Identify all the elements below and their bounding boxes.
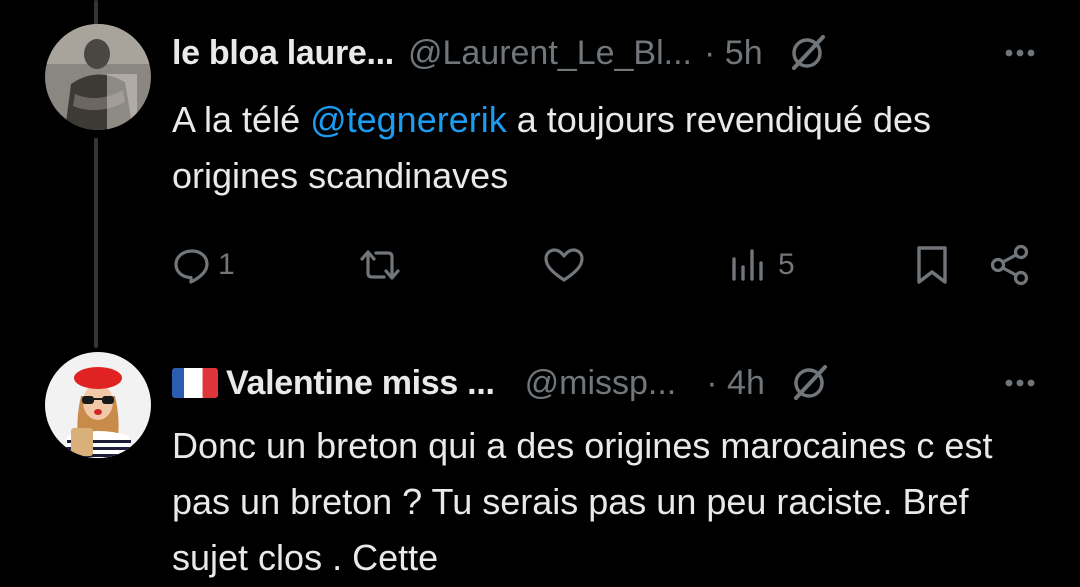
- time-label: 4h: [727, 363, 765, 402]
- timestamp[interactable]: · 5h: [704, 34, 763, 73]
- bookmark-icon: [917, 246, 947, 284]
- user-handle[interactable]: @missp...: [525, 364, 677, 403]
- retweet-icon: [360, 250, 400, 280]
- vintage-photo-avatar-icon: [45, 24, 151, 130]
- text-segment: A la télé: [172, 99, 311, 140]
- more-options-icon[interactable]: [1000, 33, 1040, 73]
- retweet-button[interactable]: [356, 240, 410, 290]
- avatar[interactable]: [45, 352, 151, 458]
- avatar[interactable]: [45, 24, 151, 130]
- tweet-text: A la télé @tegnererik a toujours revendi…: [172, 92, 1052, 204]
- views-count: 5: [778, 248, 795, 281]
- tweet-actions: 1 5: [172, 240, 1040, 290]
- tweet-text: Donc un breton qui a des origines maroca…: [172, 425, 993, 578]
- views-icon: [732, 249, 763, 281]
- france-flag-icon: [172, 368, 218, 398]
- display-name[interactable]: Valentine miss ...: [226, 364, 495, 403]
- like-button[interactable]: [542, 240, 592, 290]
- tweet[interactable]: Valentine miss ... @missp... · 4h Donc u…: [0, 330, 1080, 587]
- time-label: 5h: [724, 33, 763, 72]
- display-name[interactable]: le bloa laure...: [172, 34, 394, 73]
- separator-dot: ·: [706, 363, 718, 402]
- user-handle[interactable]: @Laurent_Le_Bl...: [408, 34, 692, 73]
- share-button[interactable]: [988, 240, 1032, 290]
- tweet[interactable]: le bloa laure... @Laurent_Le_Bl... · 5h …: [0, 0, 1080, 330]
- grok-icon[interactable]: [785, 31, 829, 75]
- tweet-header: Valentine miss ... @missp... · 4h: [172, 358, 1040, 408]
- thread-view: le bloa laure... @Laurent_Le_Bl... · 5h …: [0, 0, 1080, 587]
- mention-link[interactable]: @tegnererik: [310, 99, 507, 140]
- bookmark-button[interactable]: [912, 240, 952, 290]
- timestamp[interactable]: · 4h: [706, 364, 765, 403]
- views-button[interactable]: 5: [728, 240, 795, 290]
- reply-button[interactable]: 1: [172, 240, 235, 290]
- separator-dot: ·: [704, 33, 716, 72]
- woman-red-beret-avatar-icon: [45, 352, 151, 458]
- reply-count: 1: [218, 248, 235, 281]
- more-options-icon[interactable]: [1000, 363, 1040, 403]
- share-icon: [990, 244, 1029, 286]
- heart-icon: [544, 248, 584, 282]
- grok-icon[interactable]: [787, 361, 831, 405]
- tweet-header: le bloa laure... @Laurent_Le_Bl... · 5h: [172, 28, 1040, 78]
- reply-icon: [174, 249, 209, 284]
